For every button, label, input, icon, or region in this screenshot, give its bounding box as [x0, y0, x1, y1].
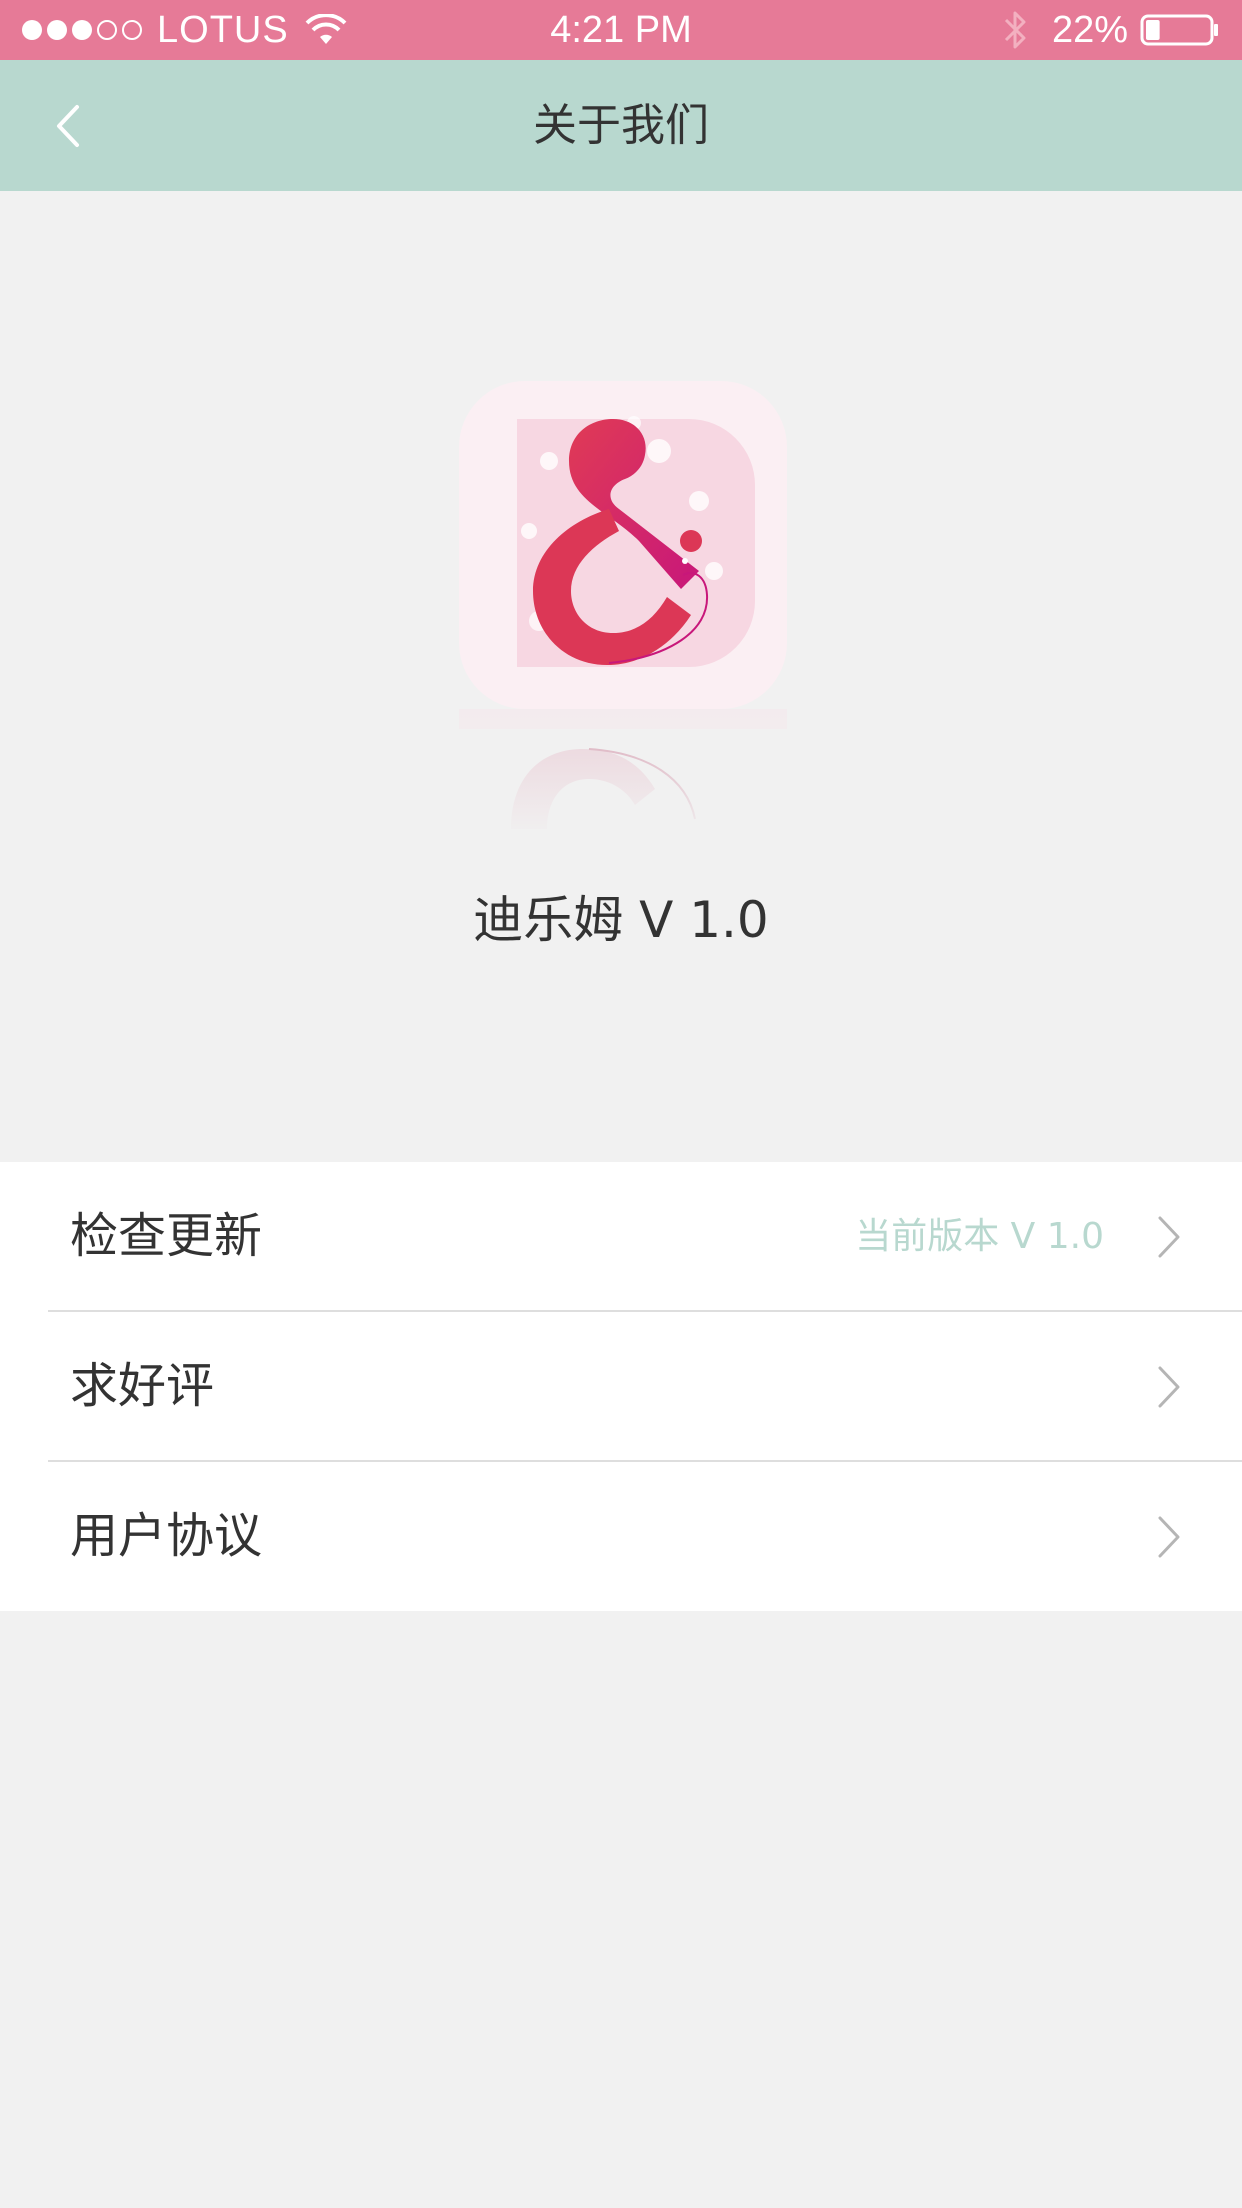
chevron-right-icon [1158, 1516, 1180, 1558]
current-version-text: 当前版本 V 1.0 [855, 1216, 1104, 1257]
row-label: 用户协议 [70, 1508, 263, 1564]
battery-icon [1140, 14, 1218, 46]
rate-app-row[interactable]: 求好评 [0, 1312, 1242, 1461]
status-bar: LOTUS 4:21 PM 22% [0, 0, 1242, 60]
chevron-right-icon [1158, 1366, 1180, 1408]
ampersand-logo-icon [459, 381, 787, 709]
bluetooth-icon [1004, 11, 1026, 49]
row-label: 求好评 [70, 1358, 215, 1414]
app-name-version: 迪乐姆 V 1.0 [473, 891, 769, 949]
check-update-row[interactable]: 检查更新 当前版本 V 1.0 [0, 1162, 1242, 1311]
nav-bar: 关于我们 [0, 60, 1242, 191]
user-agreement-row[interactable]: 用户协议 [0, 1462, 1242, 1611]
status-right: 22% [1000, 0, 1220, 60]
page-title: 关于我们 [533, 100, 709, 151]
chevron-right-icon [1158, 1216, 1180, 1258]
battery-percentage: 22% [1051, 8, 1128, 51]
settings-list: 检查更新 当前版本 V 1.0 求好评 用户协议 [0, 1162, 1242, 1611]
row-label: 检查更新 [70, 1208, 263, 1264]
logo-reflection [459, 709, 787, 839]
